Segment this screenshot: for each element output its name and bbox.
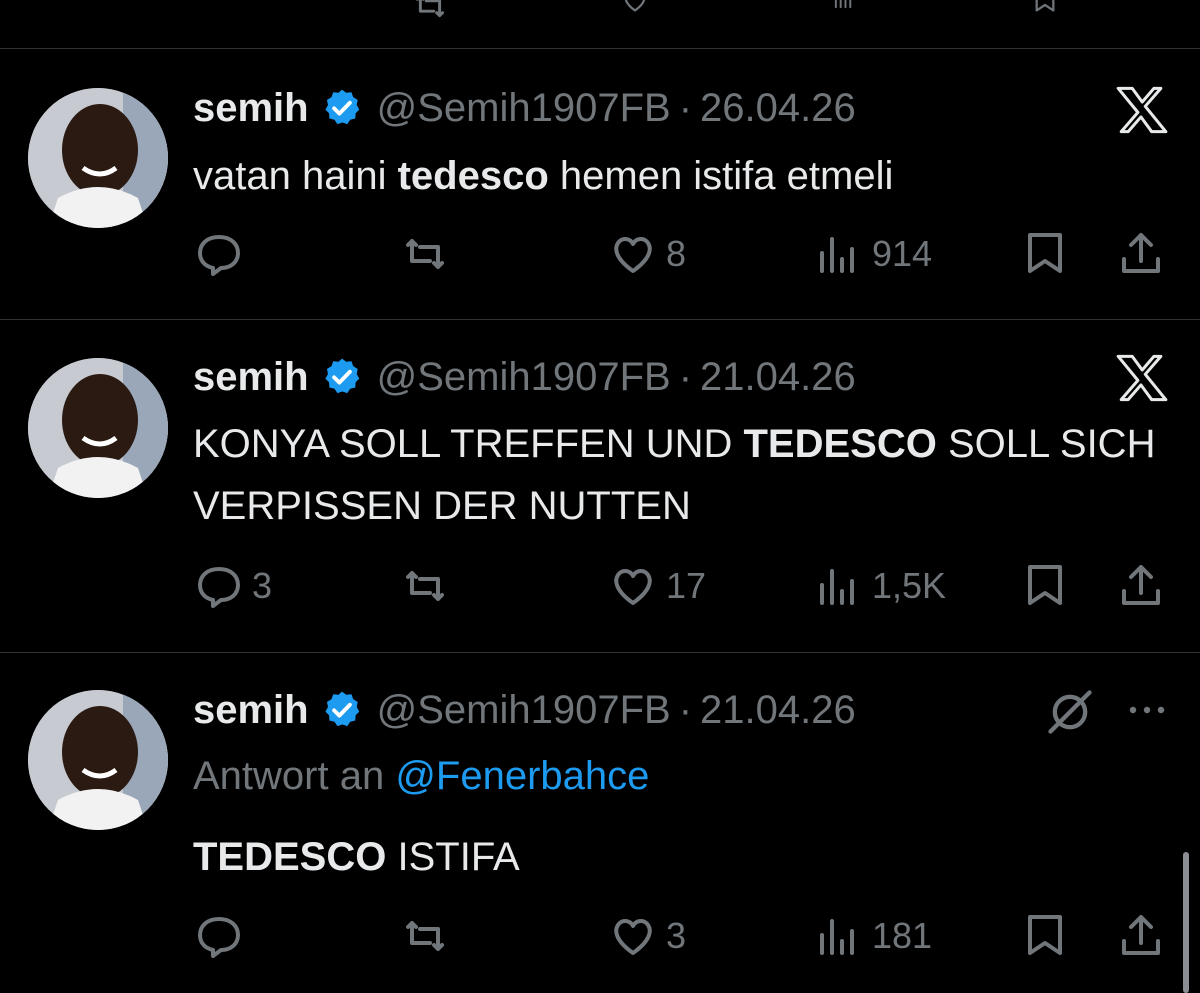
divider <box>0 48 1200 49</box>
separator-dot: · <box>678 687 693 732</box>
tweet-header: semih @Semih1907FB · 26.04.26 <box>193 83 856 133</box>
view-count: 914 <box>872 233 933 274</box>
tweet-date[interactable]: 21.04.26 <box>700 355 856 400</box>
reply-button[interactable] <box>192 226 252 282</box>
views-icon <box>820 919 854 955</box>
reply-button[interactable] <box>192 908 252 964</box>
reply-context: Antwort an @Fenerbahce <box>193 754 649 799</box>
verified-badge-icon <box>324 691 359 727</box>
previous-tweet-actions-cropped <box>0 0 1200 48</box>
tweet-text-part: hemen istifa etmeli <box>548 154 894 198</box>
avatar[interactable] <box>28 690 168 830</box>
tweet-text-part: vatan haini <box>193 154 398 198</box>
tweet-date[interactable]: 26.04.26 <box>700 86 856 131</box>
reply-count: 3 <box>252 565 273 606</box>
divider <box>0 319 1200 320</box>
like-button[interactable]: 8 <box>606 226 686 282</box>
bookmark-icon <box>1028 565 1062 605</box>
tweet-text-highlight: TEDESCO <box>743 422 937 466</box>
tweet-text-part: KONYA SOLL TREFFEN UND <box>193 422 744 466</box>
views-icon[interactable] <box>820 0 870 12</box>
views-button[interactable]: 1,5K <box>812 558 946 614</box>
grok-icon[interactable] <box>1044 686 1096 738</box>
like-button[interactable]: 17 <box>606 558 706 614</box>
bookmark-button[interactable] <box>1018 908 1072 964</box>
tweet-actions: 3 181 <box>0 908 1200 964</box>
author-handle[interactable]: @Semih1907FB <box>377 86 671 131</box>
author-handle[interactable]: @Semih1907FB <box>377 355 671 400</box>
author-name[interactable]: semih <box>193 688 309 733</box>
bookmark-button[interactable] <box>1018 226 1072 282</box>
author-name[interactable]: semih <box>193 86 309 131</box>
tweet-text-highlight: tedesco <box>397 154 549 198</box>
reply-icon <box>198 567 240 608</box>
retweet-icon <box>406 921 444 951</box>
like-count: 17 <box>666 565 707 606</box>
tweet-actions: 3 17 1,5K <box>0 558 1200 614</box>
reply-mention-link[interactable]: @Fenerbahce <box>395 754 649 798</box>
retweet-button[interactable] <box>398 558 452 614</box>
x-logo-icon <box>1116 354 1168 402</box>
separator-dot: · <box>678 354 693 399</box>
verified-badge-icon <box>324 89 359 125</box>
share-icon <box>1122 565 1160 605</box>
tweet-text: TEDESCO ISTIFA <box>193 826 1183 888</box>
more-icon[interactable] <box>1124 700 1170 720</box>
view-count: 181 <box>872 915 933 956</box>
views-icon <box>820 237 854 273</box>
bookmark-icon <box>1028 233 1062 273</box>
avatar[interactable] <box>28 358 168 498</box>
retweet-icon <box>406 571 444 601</box>
avatar[interactable] <box>28 88 168 228</box>
share-icon <box>1122 915 1160 955</box>
retweet-button[interactable] <box>398 908 452 964</box>
retweet-button[interactable] <box>398 226 452 282</box>
like-icon <box>614 569 652 605</box>
bookmark-icon[interactable] <box>1020 0 1070 16</box>
tweet-text-highlight: TEDESCO <box>193 835 387 879</box>
author-handle[interactable]: @Semih1907FB <box>377 688 671 733</box>
tweet-actions: 8 914 <box>0 226 1200 282</box>
view-count: 1,5K <box>872 565 947 606</box>
tweet-text: KONYA SOLL TREFFEN UND TEDESCO SOLL SICH… <box>193 413 1183 537</box>
share-button[interactable] <box>1114 908 1168 964</box>
like-icon <box>614 237 652 273</box>
share-button[interactable] <box>1114 558 1168 614</box>
reply-button[interactable]: 3 <box>192 558 272 614</box>
tweet-header: semih @Semih1907FB · 21.04.26 <box>193 352 856 402</box>
tweet-date[interactable]: 21.04.26 <box>700 688 856 733</box>
like-count: 3 <box>666 915 687 956</box>
tweet-text: vatan haini tedesco hemen istifa etmeli <box>193 145 1183 207</box>
separator-dot: · <box>678 85 693 130</box>
views-icon <box>820 569 854 605</box>
scrollbar[interactable] <box>1183 852 1189 993</box>
bookmark-icon <box>1028 915 1062 955</box>
like-icon <box>614 919 652 955</box>
x-logo-icon <box>1116 86 1168 134</box>
views-button[interactable]: 914 <box>812 226 932 282</box>
reply-prefix: Antwort an <box>193 754 396 798</box>
like-count: 8 <box>666 233 687 274</box>
views-button[interactable]: 181 <box>812 908 932 964</box>
tweet-header: semih @Semih1907FB · 21.04.26 <box>193 685 856 735</box>
verified-badge-icon <box>324 358 359 394</box>
retweet-icon <box>406 239 444 269</box>
share-button[interactable] <box>1114 226 1168 282</box>
reply-icon <box>198 917 240 958</box>
divider <box>0 652 1200 653</box>
bookmark-button[interactable] <box>1018 558 1072 614</box>
like-icon[interactable] <box>610 0 660 16</box>
author-name[interactable]: semih <box>193 355 309 400</box>
reply-icon <box>198 235 240 276</box>
tweet-text-part: ISTIFA <box>386 835 520 879</box>
retweet-icon[interactable] <box>400 0 460 26</box>
share-icon <box>1122 233 1160 273</box>
like-button[interactable]: 3 <box>606 908 686 964</box>
